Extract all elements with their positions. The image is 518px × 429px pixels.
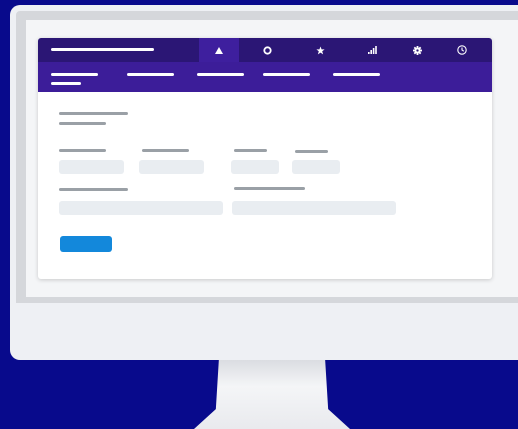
field-label-placeholder (295, 150, 328, 153)
input-field-2[interactable] (139, 160, 204, 174)
gear-icon (412, 45, 422, 55)
app-header (38, 38, 492, 62)
input-field-3[interactable] (231, 160, 279, 174)
monitor-stand (194, 358, 350, 429)
secondary-nav (38, 62, 492, 92)
section-subtitle-placeholder (59, 122, 106, 125)
star-icon (315, 45, 325, 55)
tab-history[interactable] (442, 38, 482, 62)
tab-star[interactable] (300, 38, 340, 62)
clock-icon (457, 45, 467, 55)
circle-icon (262, 45, 272, 55)
submit-button[interactable] (60, 236, 112, 252)
nav-item-3[interactable] (197, 73, 244, 76)
nav-item-1[interactable] (51, 73, 98, 76)
input-field-6[interactable] (232, 201, 396, 215)
tab-signal[interactable] (352, 38, 392, 62)
section-title-placeholder (59, 112, 128, 115)
tab-triangle[interactable] (199, 38, 239, 62)
input-field-1[interactable] (59, 160, 124, 174)
app-window (38, 38, 492, 279)
field-label-placeholder (59, 188, 128, 191)
nav-item-2[interactable] (127, 73, 174, 76)
nav-item-4[interactable] (263, 73, 310, 76)
active-nav-indicator (51, 82, 81, 85)
triangle-icon (215, 46, 223, 54)
field-label-placeholder (234, 187, 305, 190)
field-label-placeholder (234, 149, 267, 152)
field-label-placeholder (142, 149, 189, 152)
tab-settings[interactable] (397, 38, 437, 62)
input-field-4[interactable] (292, 160, 340, 174)
input-field-5[interactable] (59, 201, 223, 215)
field-label-placeholder (59, 149, 106, 152)
tab-circle[interactable] (247, 38, 287, 62)
app-title-placeholder (51, 48, 154, 51)
signal-bars-icon (367, 46, 377, 54)
nav-item-5[interactable] (333, 73, 380, 76)
